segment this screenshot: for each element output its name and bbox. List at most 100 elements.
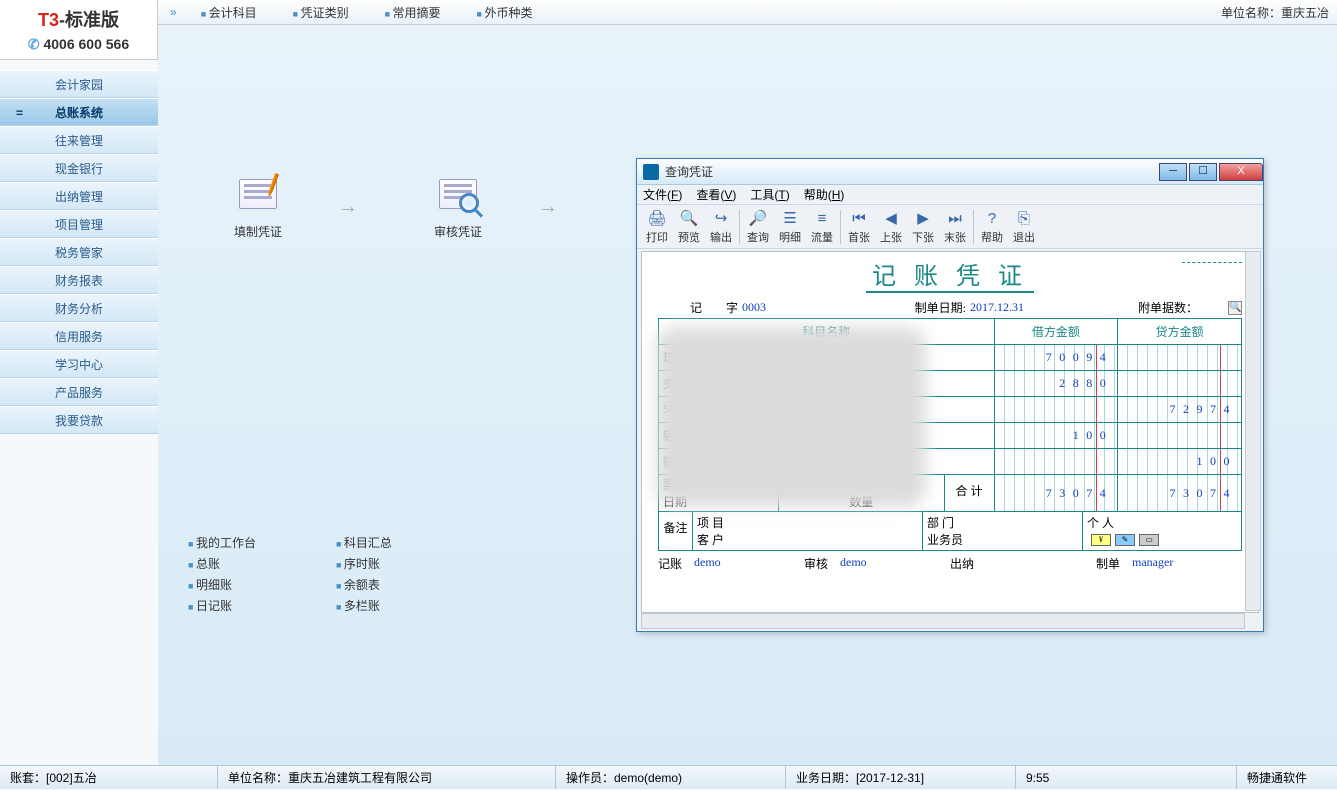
dialog-toolbar: 🖨打印🔍预览↪输出🔎查询☰明细≡流量⏮首张◀上张▶下张⏭末张?帮助⎘退出 [637,205,1263,249]
toolbar-icon: ▶ [907,209,939,229]
bottom-link[interactable]: 多栏账 [336,597,392,614]
toolbar-icon: ↪ [705,209,737,229]
nav-item-3[interactable]: 现金银行 [0,154,158,182]
query-voucher-dialog: 查询凭证 ─ ☐ X 文件(F) 查看(V) 工具(T) 帮助(H) 🖨打印🔍预… [636,158,1264,632]
grid-row[interactable]: 银行网银手续费100 [659,449,1242,475]
nav-item-12[interactable]: 我要贷款 [0,406,158,434]
status-bizdate: 业务日期：[2017-12-31] [786,766,1016,789]
cell-credit [1118,423,1242,449]
cell-credit: 100 [1118,449,1242,475]
toolbar-末张[interactable]: ⏭末张 [939,209,971,245]
toolbar-icon: ◀ [875,209,907,229]
nav-item-11[interactable]: 产品服务 [0,378,158,406]
toolbar-打印[interactable]: 🖨打印 [641,209,673,245]
nav-item-8[interactable]: 财务分析 [0,294,158,322]
menu-help[interactable]: 帮助(H) [804,186,845,203]
workspace: 填制凭证 → 审核凭证 → 我的工作台总账明细账日记账 科目汇总序时账余额表多栏… [158,25,1337,765]
header-debit: 借方金额 [994,319,1118,345]
nav-item-1[interactable]: 总账系统 [0,98,158,126]
sign-shenhe: demo [840,555,867,572]
toolbar-icon: 🔍 [673,209,705,229]
menu-view[interactable]: 查看(V) [696,186,736,203]
remark-row: 备注 项 目 客 户 部 门 业务员 个 人 ¥✎▭ [658,512,1242,551]
bottom-links: 我的工作台总账明细账日记账 科目汇总序时账余额表多栏账 [188,530,392,618]
toolbar-退出[interactable]: ⎘退出 [1008,209,1040,245]
fill-voucher-block[interactable]: 填制凭证 [218,175,298,240]
workflow-icons: 填制凭证 → 审核凭证 → [218,175,578,240]
toolbar-上张[interactable]: ◀上张 [875,209,907,245]
toolbar-icon: 🔎 [742,209,774,229]
toolbar-帮助[interactable]: ?帮助 [976,209,1008,245]
nav-item-4[interactable]: 出纳管理 [0,182,158,210]
chevron-icon: » [170,5,177,19]
grid-row[interactable]: 支费2880 [659,371,1242,397]
cell-debit: 70094 [994,345,1118,371]
bottom-link[interactable]: 序时账 [336,555,392,572]
top-link-common-summary[interactable]: 常用摘要 [385,4,441,21]
toolbar-icon: ? [976,209,1008,229]
audit-voucher-block[interactable]: 审核凭证 [418,175,498,240]
toolbar-预览[interactable]: 🔍预览 [673,209,705,245]
voucher-grid: 科目名称 借方金额 贷方金额 理费用/差旅 费70094支费2880567729… [658,318,1242,512]
menu-tool[interactable]: 工具(T) [750,186,789,203]
toolbar-icon: ☰ [774,209,806,229]
bottom-link[interactable]: 总账 [188,555,256,572]
total-debit: 73074 [994,475,1118,512]
left-nav: 会计家园总账系统往来管理现金银行出纳管理项目管理税务管家财务报表财务分析信用服务… [0,70,158,434]
bottom-link[interactable]: 日记账 [188,597,256,614]
bottom-link[interactable]: 明细账 [188,576,256,593]
dialog-scrollbar-v[interactable] [1245,251,1261,611]
dialog-titlebar[interactable]: 查询凭证 ─ ☐ X [637,159,1263,185]
cell-subject: 支费 [659,371,995,397]
bottom-link[interactable]: 科目汇总 [336,534,392,551]
bottom-link[interactable]: 余额表 [336,576,392,593]
nav-item-5[interactable]: 项目管理 [0,210,158,238]
header-subject: 科目名称 [659,319,995,345]
logo-t3: T3 [38,10,59,30]
nav-item-9[interactable]: 信用服务 [0,322,158,350]
top-link-voucher-type[interactable]: 凭证类别 [293,4,349,21]
statusbar: 账套：[002]五冶 单位名称：重庆五冶建筑工程有限公司 操作员：demo(de… [0,765,1337,789]
cell-debit [994,397,1118,423]
voucher-date: 2017.12.31 [970,300,1024,315]
toolbar-icon: ≡ [806,209,838,229]
search-icon[interactable]: 🔍 [1228,301,1242,315]
nav-item-10[interactable]: 学习中心 [0,350,158,378]
magnifier-icon [459,193,479,213]
cell-subject: 567 [659,397,995,423]
status-operator: 操作员：demo(demo) [556,766,786,789]
cell-credit [1118,345,1242,371]
logo-std: -标准版 [59,10,119,30]
grid-row[interactable]: 56772974 [659,397,1242,423]
top-link-currency[interactable]: 外币种类 [477,4,533,21]
nav-item-7[interactable]: 财务报表 [0,266,158,294]
grid-row[interactable]: 理费用/差旅 费70094 [659,345,1242,371]
cell-debit: 100 [994,423,1118,449]
voucher-title: 记 账 凭 证 [866,256,1034,293]
grid-row[interactable]: 银行100 [659,423,1242,449]
support-phone: 4006 600 566 [0,36,157,53]
top-link-account-subject[interactable]: 会计科目 [201,4,257,21]
window-close-button[interactable]: X [1219,163,1263,181]
cell-credit [1118,371,1242,397]
logo-area: T3-标准版 4006 600 566 [0,0,158,60]
sign-jizhang: demo [694,555,721,572]
toolbar-查询[interactable]: 🔎查询 [742,209,774,245]
toolbar-下张[interactable]: ▶下张 [907,209,939,245]
nav-item-2[interactable]: 往来管理 [0,126,158,154]
status-book: 账套：[002]五冶 [0,766,218,789]
bottom-link[interactable]: 我的工作台 [188,534,256,551]
toolbar-流量[interactable]: ≡流量 [806,209,838,245]
menu-file[interactable]: 文件(F) [643,186,682,203]
toolbar-明细[interactable]: ☰明细 [774,209,806,245]
window-maximize-button[interactable]: ☐ [1189,163,1217,181]
window-minimize-button[interactable]: ─ [1159,163,1187,181]
header-credit: 贷方金额 [1118,319,1242,345]
audit-voucher-label: 审核凭证 [418,223,498,240]
toolbar-首张[interactable]: ⏮首张 [843,209,875,245]
nav-item-6[interactable]: 税务管家 [0,238,158,266]
nav-item-0[interactable]: 会计家园 [0,70,158,98]
dialog-scrollbar-h[interactable] [641,613,1245,629]
arrow-icon: → [538,196,578,219]
toolbar-输出[interactable]: ↪输出 [705,209,737,245]
